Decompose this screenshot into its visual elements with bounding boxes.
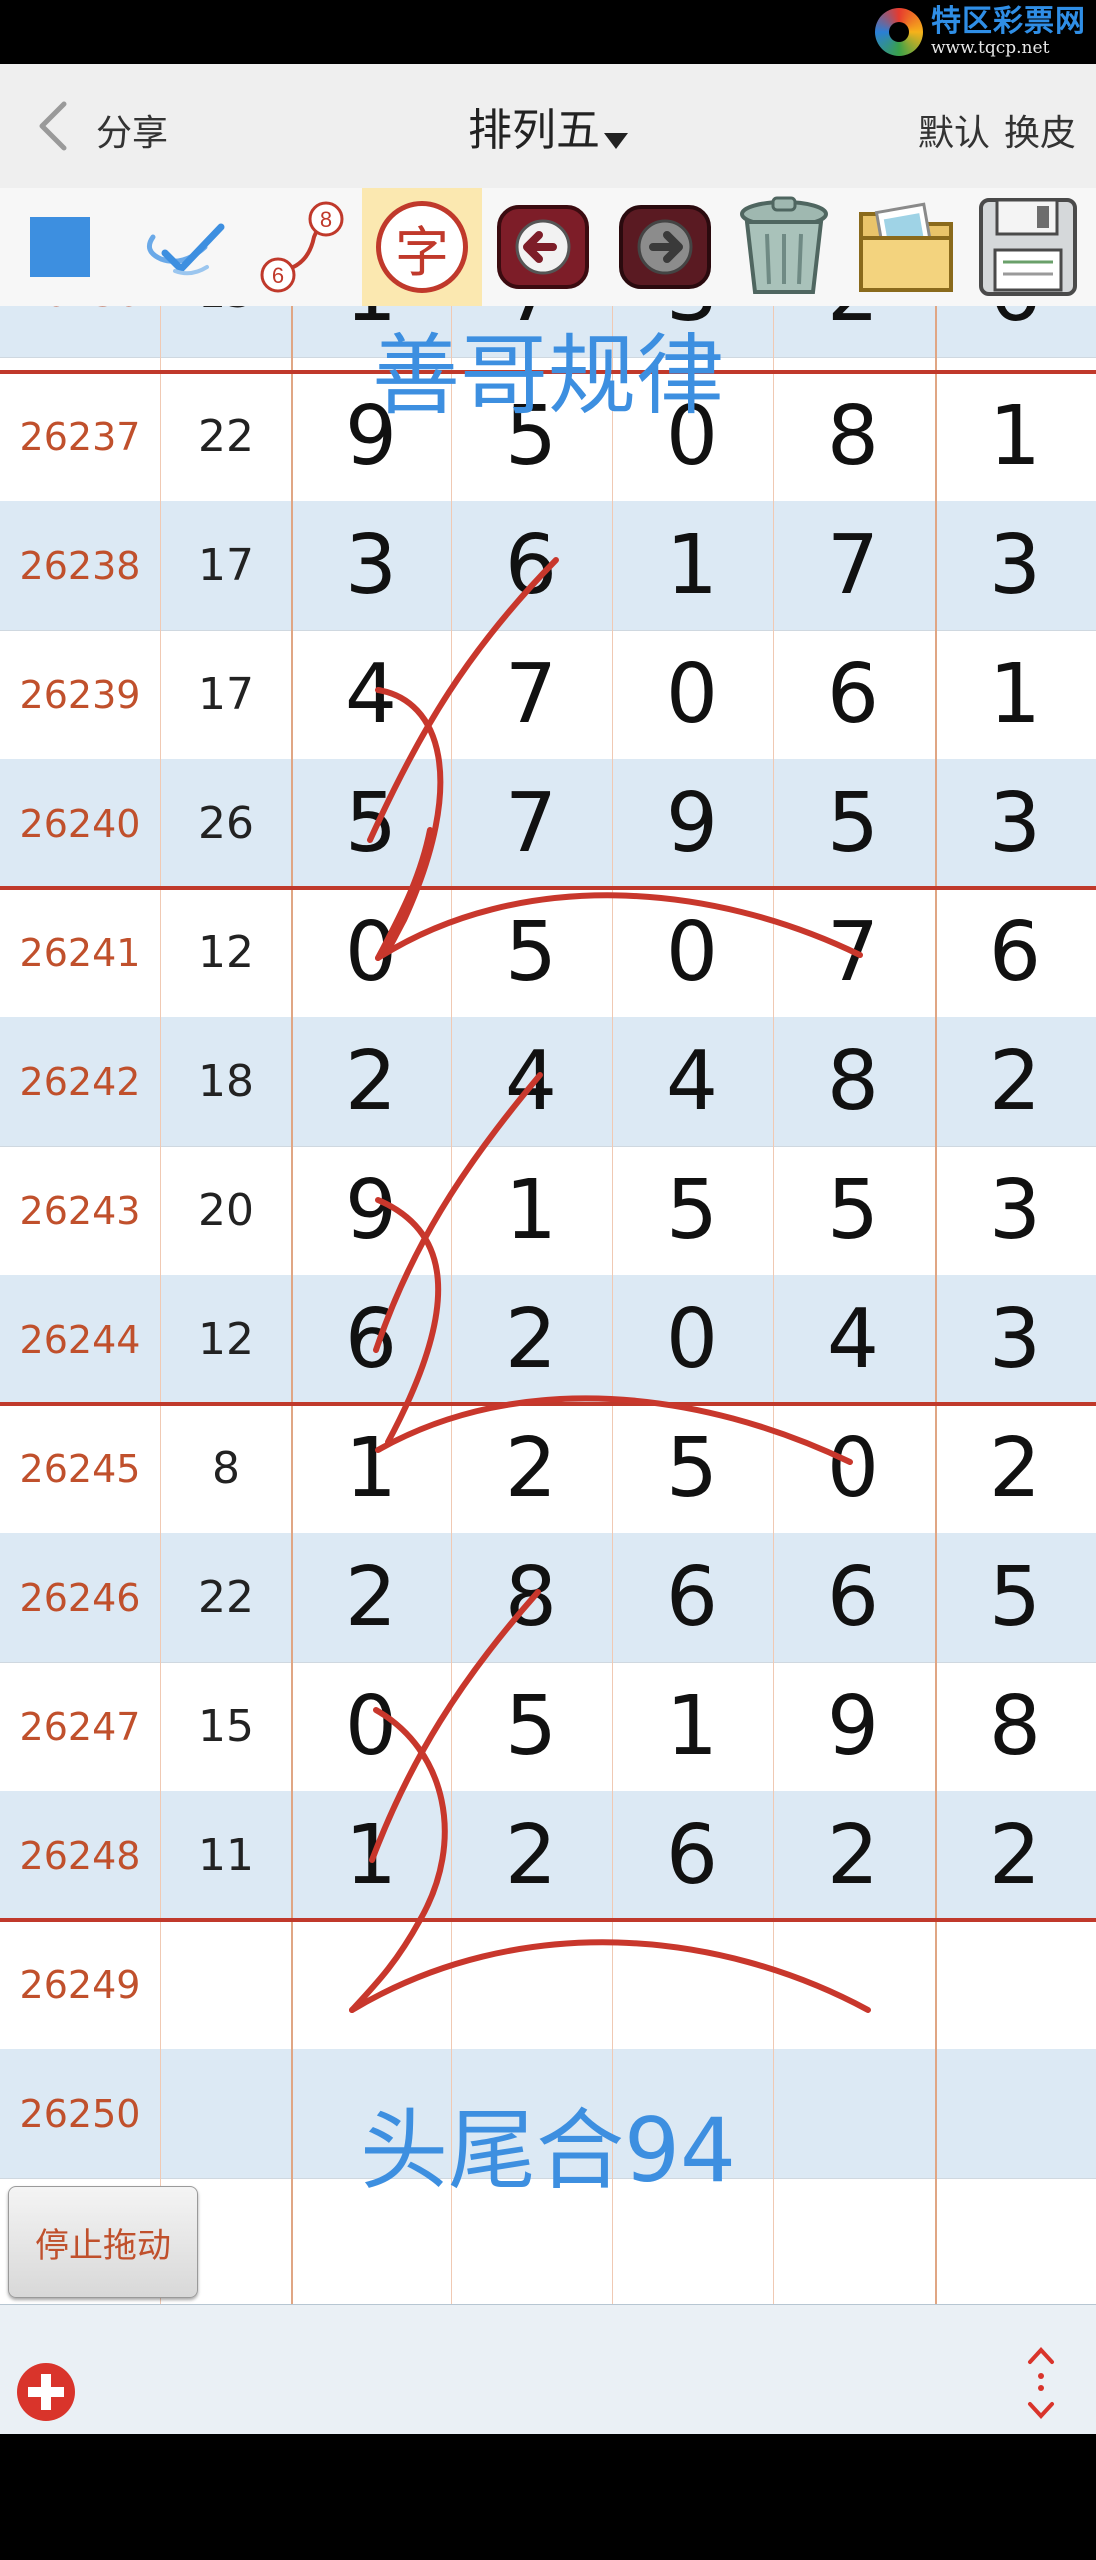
stop-drag-button[interactable]: 停止拖动: [8, 2186, 198, 2298]
scroll-updown-icon[interactable]: [1016, 2344, 1066, 2424]
system-nav-area: [0, 2434, 1096, 2560]
pattern-title-annotation: 善哥规律: [371, 324, 724, 427]
bottom-toolbar: [0, 2304, 1096, 2435]
add-circle-icon[interactable]: [14, 2360, 78, 2424]
